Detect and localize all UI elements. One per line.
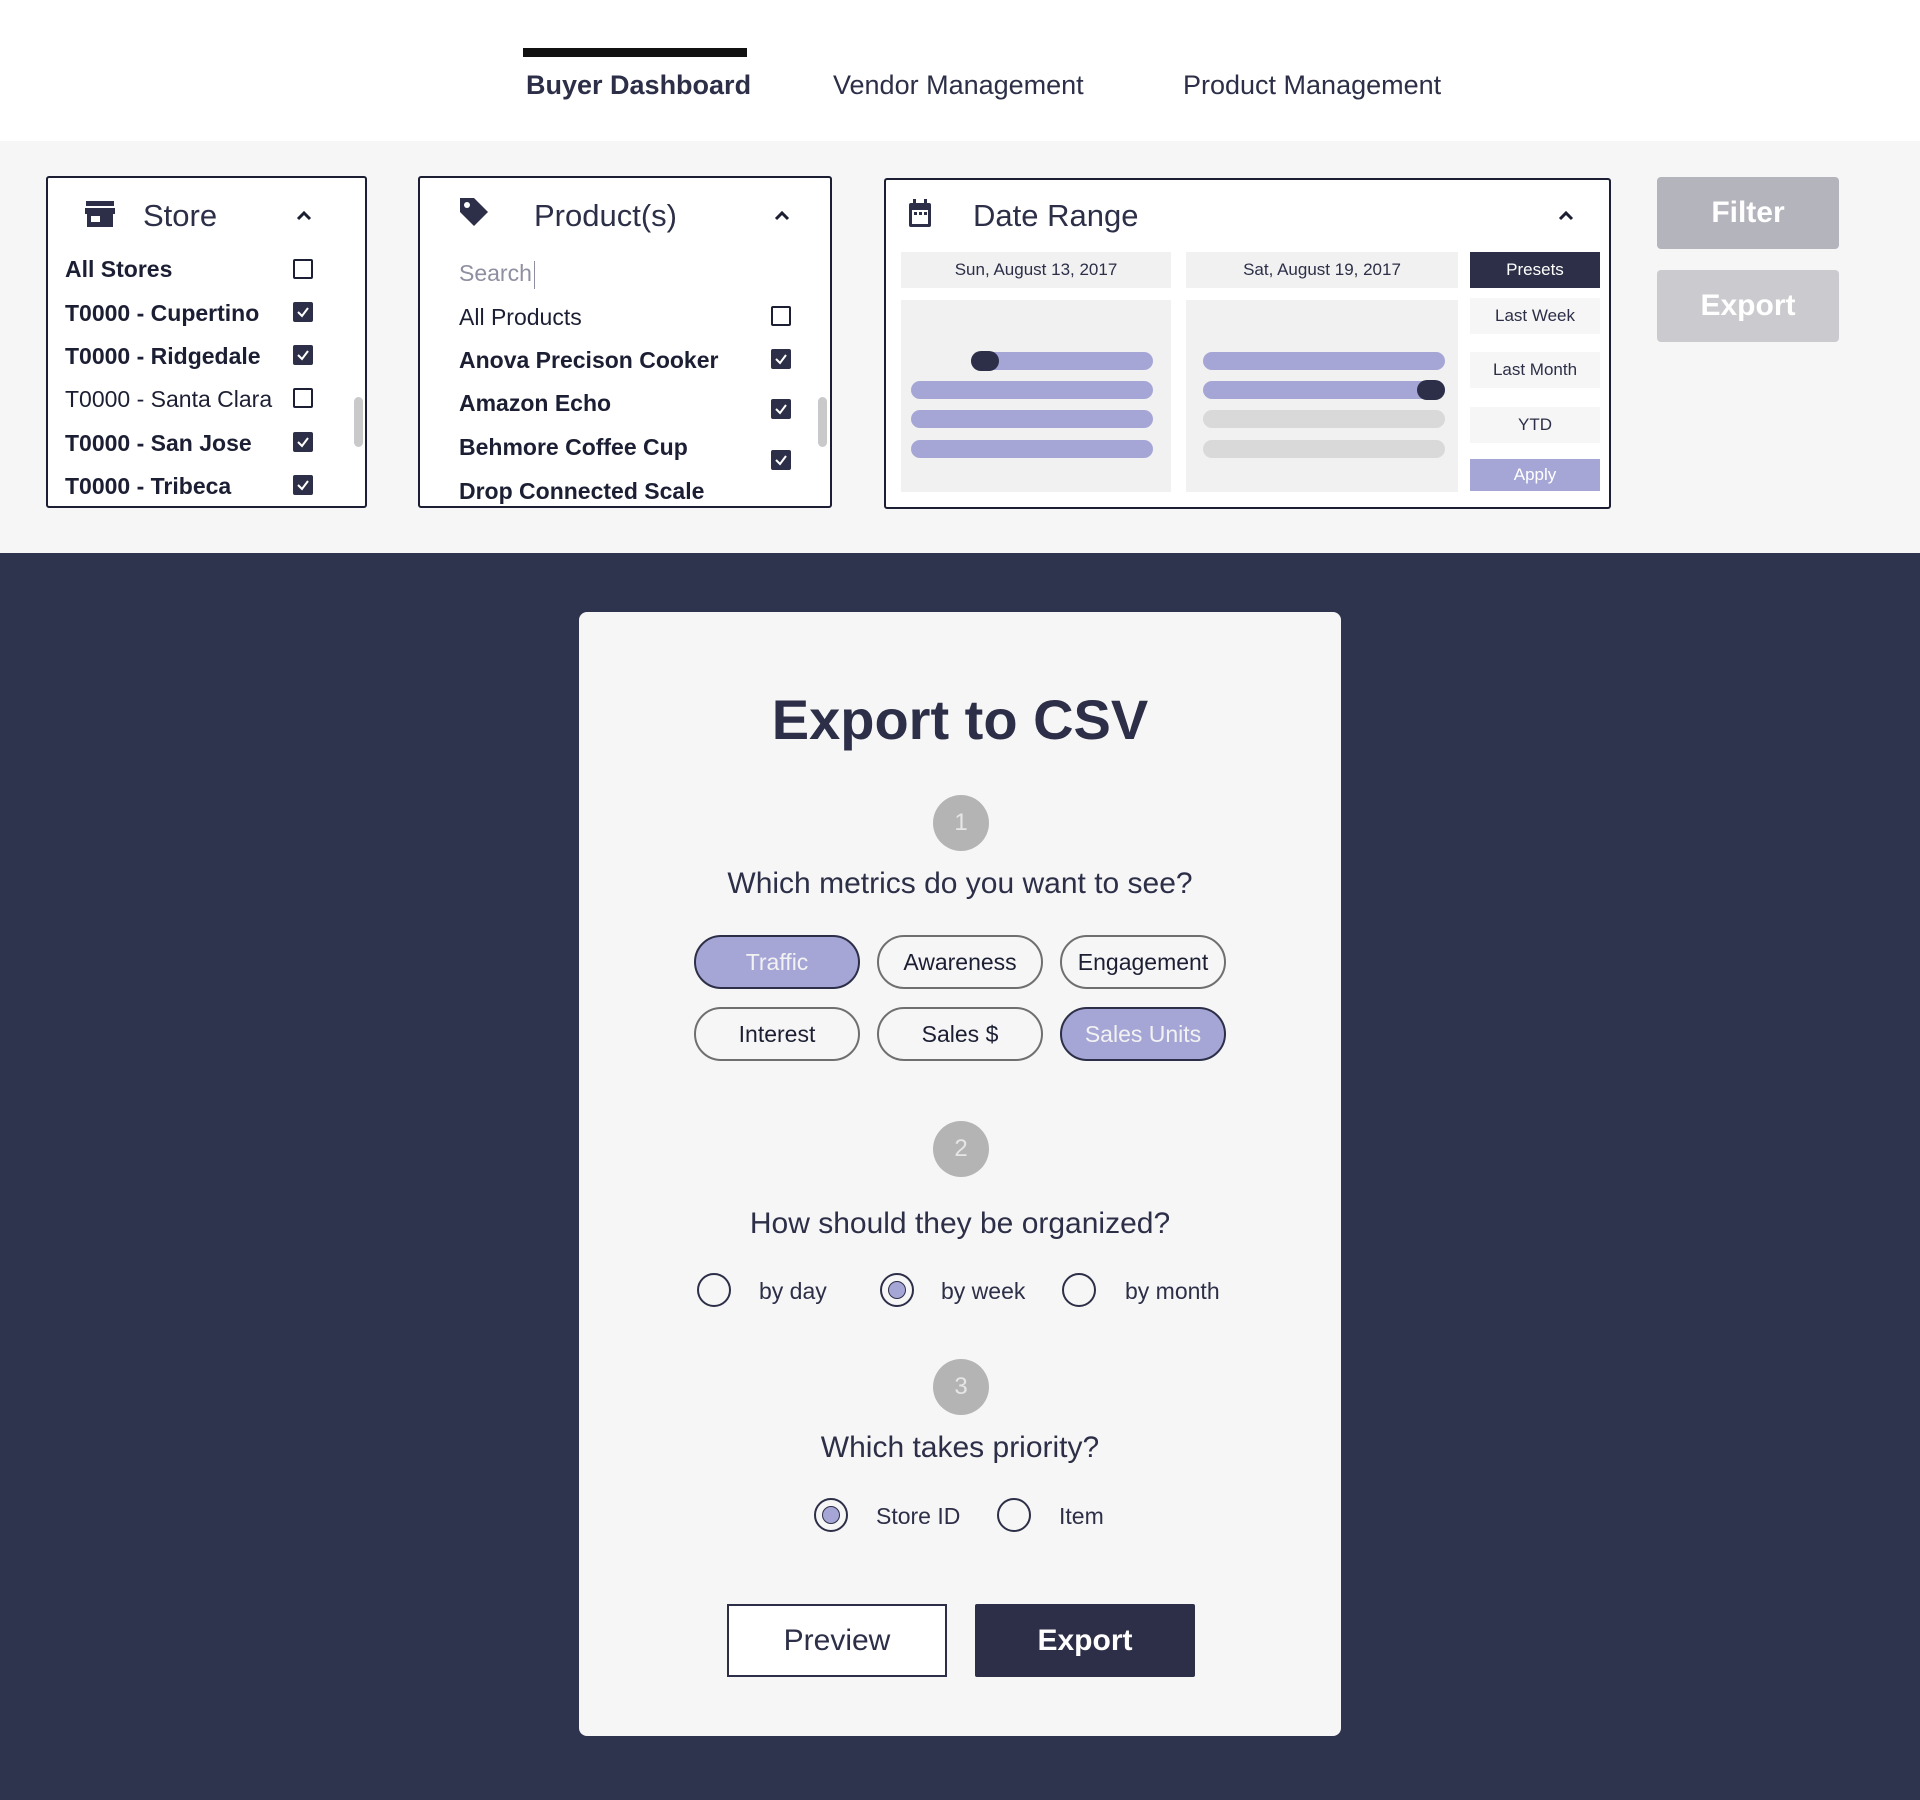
radio-by-day[interactable] [697, 1273, 731, 1307]
product-filter-panel: Product(s) Search All Products Anova Pre… [418, 176, 832, 508]
metric-sales-units-pill[interactable]: Sales Units [1060, 1007, 1226, 1061]
step-2-question: How should they be organized? [749, 1207, 1171, 1240]
filter-button[interactable]: Filter [1657, 177, 1839, 249]
tag-icon [458, 196, 490, 233]
store-icon [85, 200, 115, 233]
date-range-panel: Date Range Sun, August 13, 2017 Sat, Aug… [884, 178, 1611, 509]
metric-engagement-pill[interactable]: Engagement [1060, 935, 1226, 989]
preset-last-month[interactable]: Last Month [1470, 352, 1600, 388]
radio-label-item[interactable]: Item [1059, 1503, 1104, 1530]
chevron-up-icon[interactable] [296, 208, 312, 224]
store-list-scrollbar[interactable] [354, 397, 363, 447]
store-option[interactable]: T0000 - Cupertino [65, 300, 259, 327]
store-option-all[interactable]: All Stores [65, 256, 172, 283]
modal-title: Export to CSV [771, 688, 1149, 751]
filter-bar: Store All Stores T0000 - Cupertino T0000… [0, 141, 1920, 553]
product-checkbox-all[interactable] [771, 306, 791, 326]
metric-awareness-pill[interactable]: Awareness [877, 935, 1043, 989]
date-apply-button[interactable]: Apply [1470, 459, 1600, 491]
date-range-bar [911, 440, 1153, 458]
radio-store-id[interactable] [814, 1498, 848, 1532]
date-range-bar [1203, 440, 1445, 458]
step-number-3: 3 [933, 1359, 989, 1415]
product-list-scrollbar[interactable] [818, 397, 827, 447]
range-start-handle[interactable] [971, 351, 999, 371]
export-csv-modal: Export to CSV 1 Which metrics do you wan… [579, 612, 1341, 1736]
product-option[interactable]: Amazon Echo [459, 390, 611, 417]
metric-sales-dollars-pill[interactable]: Sales $ [877, 1007, 1043, 1061]
date-range-bar [1203, 352, 1445, 370]
store-checkbox[interactable] [293, 432, 313, 452]
date-range-bar [911, 381, 1153, 399]
step-3-question: Which takes priority? [820, 1431, 1100, 1464]
store-option[interactable]: T0000 - Santa Clara [65, 386, 272, 413]
store-checkbox-all[interactable] [293, 259, 313, 279]
store-filter-header[interactable]: Store [48, 178, 365, 253]
product-option[interactable]: Behmore Coffee Cup [459, 434, 688, 461]
date-range-bar [1203, 410, 1445, 428]
step-1-question: Which metrics do you want to see? [727, 867, 1193, 900]
end-date-field[interactable]: Sat, August 19, 2017 [1186, 252, 1458, 288]
radio-item[interactable] [997, 1498, 1031, 1532]
metric-traffic-pill[interactable]: Traffic [694, 935, 860, 989]
product-option-all[interactable]: All Products [459, 304, 582, 331]
metric-interest-pill[interactable]: Interest [694, 1007, 860, 1061]
preset-last-week[interactable]: Last Week [1470, 298, 1600, 334]
date-range-header[interactable]: Date Range [886, 180, 1609, 255]
chevron-up-icon[interactable] [1558, 208, 1574, 224]
start-date-field[interactable]: Sun, August 13, 2017 [901, 252, 1171, 288]
top-nav: Buyer Dashboard Vendor Management Produc… [0, 0, 1920, 141]
preset-ytd[interactable]: YTD [1470, 407, 1600, 443]
radio-label-by-month[interactable]: by month [1125, 1278, 1220, 1305]
store-checkbox[interactable] [293, 475, 313, 495]
product-checkbox[interactable] [771, 349, 791, 369]
export-button-disabled[interactable]: Export [1657, 270, 1839, 342]
store-filter-title: Store [143, 198, 218, 233]
product-filter-header[interactable]: Product(s) [420, 178, 830, 253]
product-search-input[interactable]: Search [459, 260, 535, 289]
date-range-bar [911, 410, 1153, 428]
store-filter-panel: Store All Stores T0000 - Cupertino T0000… [46, 176, 367, 508]
tab-buyer-dashboard[interactable]: Buyer Dashboard [526, 70, 751, 101]
start-date-picker[interactable] [901, 300, 1171, 492]
active-tab-indicator [523, 48, 747, 57]
product-filter-title: Product(s) [534, 198, 677, 233]
product-checkbox[interactable] [771, 450, 791, 470]
range-end-handle[interactable] [1417, 380, 1445, 400]
radio-by-week[interactable] [880, 1273, 914, 1307]
radio-label-by-week[interactable]: by week [941, 1278, 1025, 1305]
date-range-bar [1203, 381, 1445, 399]
store-checkbox[interactable] [293, 345, 313, 365]
tab-vendor-management[interactable]: Vendor Management [833, 70, 1084, 101]
store-option[interactable]: T0000 - Ridgedale [65, 343, 261, 370]
product-checkbox[interactable] [771, 399, 791, 419]
presets-header: Presets [1470, 252, 1600, 288]
store-checkbox[interactable] [293, 302, 313, 322]
calendar-icon [908, 198, 932, 233]
step-number-2: 2 [933, 1121, 989, 1177]
product-option[interactable]: Anova Precison Cooker [459, 347, 718, 374]
radio-label-store-id[interactable]: Store ID [876, 1503, 960, 1530]
store-checkbox[interactable] [293, 388, 313, 408]
store-option[interactable]: T0000 - Tribeca [65, 473, 231, 500]
export-button[interactable]: Export [975, 1604, 1195, 1677]
tab-product-management[interactable]: Product Management [1183, 70, 1441, 101]
store-option[interactable]: T0000 - San Jose [65, 430, 252, 457]
end-date-picker[interactable] [1186, 300, 1458, 492]
radio-label-by-day[interactable]: by day [759, 1278, 827, 1305]
preview-button[interactable]: Preview [727, 1604, 947, 1677]
date-range-title: Date Range [973, 198, 1139, 233]
step-number-1: 1 [933, 795, 989, 851]
chevron-up-icon[interactable] [774, 208, 790, 224]
product-option[interactable]: Drop Connected Scale [459, 478, 704, 505]
radio-by-month[interactable] [1062, 1273, 1096, 1307]
